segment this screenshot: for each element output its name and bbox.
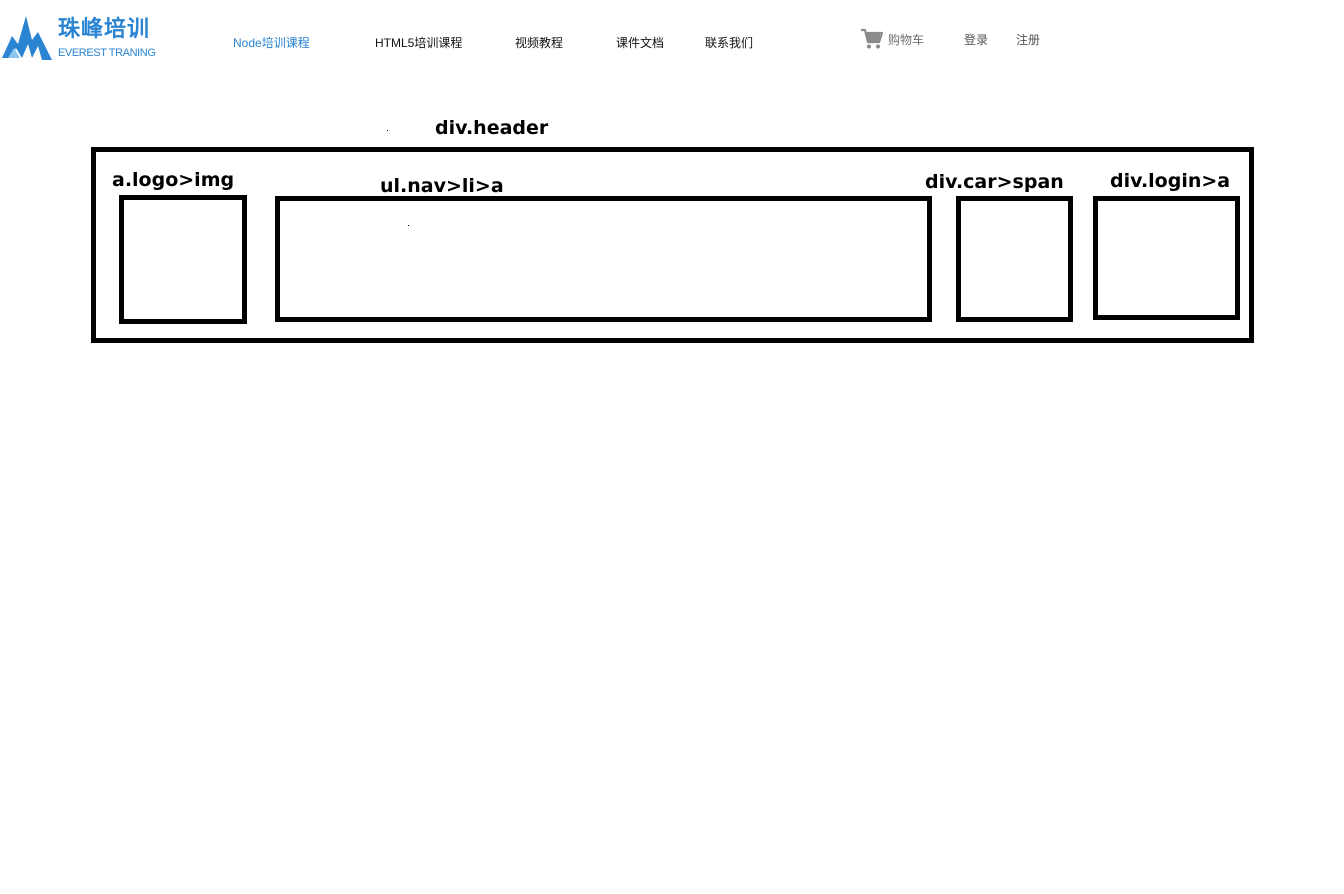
wireframe-car-box [956,196,1073,322]
nav-link-course-docs[interactable]: 课件文档 [616,36,664,50]
wireframe-logo-label: a.logo>img [112,169,235,191]
nav-link-html5-course[interactable]: HTML5培训课程 [375,36,462,50]
stray-dot [408,225,409,226]
nav-link-node-course[interactable]: Node培训课程 [233,36,310,50]
logo-name-cn: 珠峰培训 [58,17,151,42]
site-header: 珠峰培训 EVEREST TRANING Node培训课程 HTML5培训课程 … [0,0,1344,80]
cart-icon [861,28,884,49]
nav-item-video: 视频教程 [515,32,563,51]
nav-item-node: Node培训课程 [233,32,310,51]
nav-item-html5: HTML5培训课程 [375,32,462,51]
wireframe-nav-label: ul.nav>li>a [380,175,504,197]
logo-name-en: EVEREST TRANING [58,47,156,59]
logo-link[interactable]: 珠峰培训 EVEREST TRANING [2,12,162,64]
nav-link-video-tutorials[interactable]: 视频教程 [515,36,563,50]
wireframe-car-label: div.car>span [925,171,1064,193]
stray-dot [387,130,388,131]
register-link[interactable]: 注册 [1016,31,1040,48]
nav-item-docs: 课件文档 [616,32,664,51]
wireframe-login-label: div.login>a [1110,170,1231,192]
wireframe-nav-box [275,196,932,322]
cart-label: 购物车 [888,33,925,47]
wireframe-logo-box [119,195,247,324]
nav-item-contact: 联系我们 [705,32,753,51]
nav-link-contact-us[interactable]: 联系我们 [705,36,753,50]
wireframe-login-box [1093,196,1240,320]
wireframe-header-label: div.header [435,117,549,139]
mountain-logo-icon [2,16,52,60]
login-link[interactable]: 登录 [964,31,988,48]
page: 珠峰培训 EVEREST TRANING Node培训课程 HTML5培训课程 … [0,0,1344,894]
